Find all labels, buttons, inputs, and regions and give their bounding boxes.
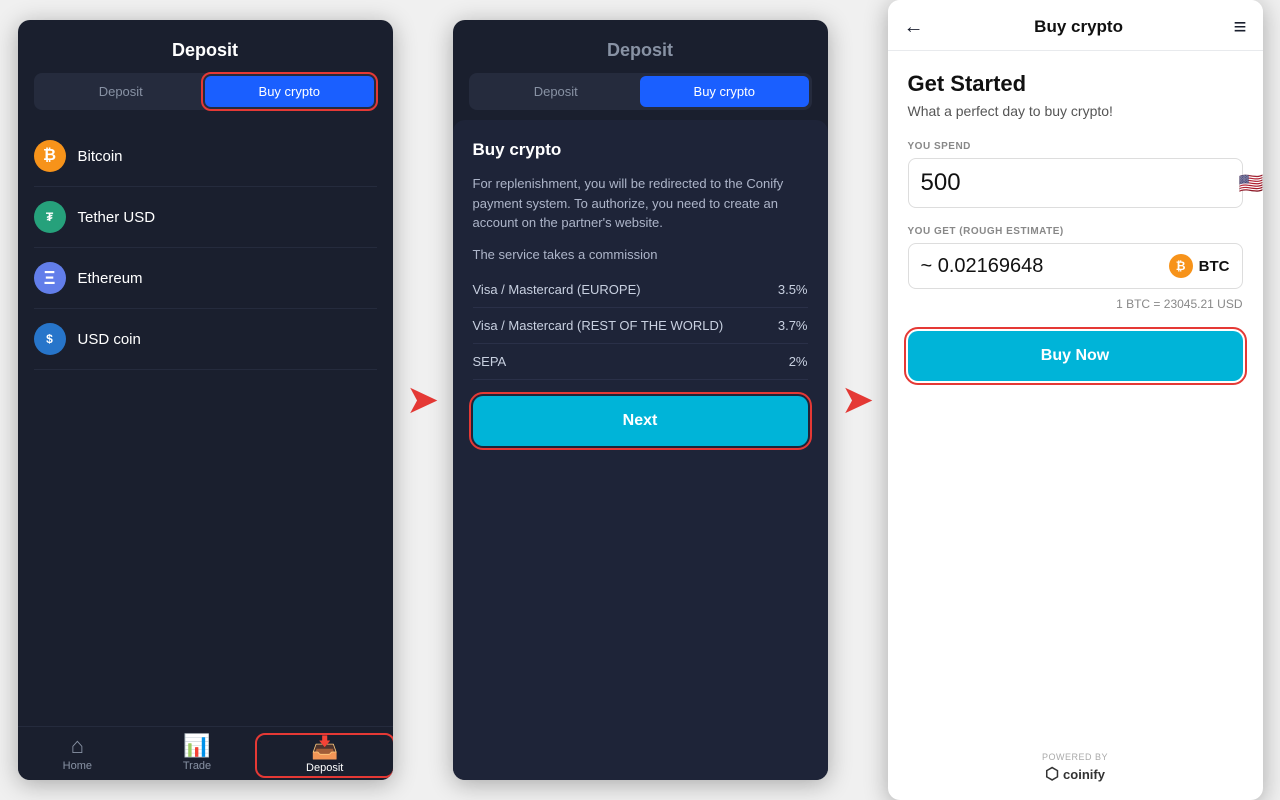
commission-method: SEPA	[473, 354, 507, 369]
arrow-1: ➤	[393, 377, 453, 423]
usdt-icon: ₮	[34, 201, 66, 233]
tab-buy-crypto-p2[interactable]: Buy crypto	[640, 76, 809, 107]
right-arrow-icon: ➤	[406, 377, 440, 423]
buy-crypto-modal: Buy crypto For replenishment, you will b…	[453, 120, 828, 780]
commission-rate: 2%	[789, 354, 808, 369]
spend-amount-input[interactable]	[921, 169, 1231, 197]
spend-input-row: 🇺🇸 USD ▾	[908, 158, 1243, 208]
commission-row-3: SEPA 2%	[473, 344, 808, 380]
commission-title: The service takes a commission	[473, 247, 808, 262]
list-item[interactable]: Ξ Ethereum	[34, 248, 377, 309]
nav-deposit-label: Deposit	[306, 762, 343, 774]
panel1-crypto-list: ₿ Bitcoin ₮ Tether USD Ξ Ethereum $ USD …	[18, 126, 393, 726]
back-button[interactable]: ←	[904, 16, 924, 39]
home-icon: ⌂	[71, 735, 84, 757]
right-arrow-icon-2: ➤	[841, 377, 875, 423]
panel3-header: ← Buy crypto ≡	[888, 0, 1263, 51]
tab-deposit[interactable]: Deposit	[37, 76, 206, 107]
nav-home-label: Home	[63, 760, 92, 772]
get-estimate-row: ~ 0.02169648 ₿ BTC	[908, 243, 1243, 289]
tagline: What a perfect day to buy crypto!	[908, 103, 1243, 119]
panel1-tab-bar: Deposit Buy crypto	[34, 73, 377, 110]
panel3-body: Get Started What a perfect day to buy cr…	[888, 51, 1263, 736]
menu-icon[interactable]: ≡	[1234, 14, 1247, 40]
list-item[interactable]: ₮ Tether USD	[34, 187, 377, 248]
arrow-2: ➤	[828, 377, 888, 423]
trade-icon: 📊	[183, 735, 210, 757]
modal-description: For replenishment, you will be redirecte…	[473, 174, 808, 233]
us-flag-icon: 🇺🇸	[1239, 171, 1263, 196]
exchange-rate: 1 BTC = 23045.21 USD	[908, 297, 1243, 311]
commission-method: Visa / Mastercard (EUROPE)	[473, 282, 641, 297]
panel-deposit-screen: Deposit Deposit Buy crypto ₿ Bitcoin ₮ T…	[18, 20, 393, 780]
tab-buy-crypto[interactable]: Buy crypto	[205, 76, 374, 107]
panel3-footer: POWERED BY ⬡ coinify	[888, 736, 1263, 800]
get-currency-label: BTC	[1199, 258, 1230, 275]
panel2-tab-bar: Deposit Buy crypto	[469, 73, 812, 110]
commission-row-1: Visa / Mastercard (EUROPE) 3.5%	[473, 272, 808, 308]
btc-badge: ₿ BTC	[1169, 254, 1230, 278]
modal-title: Buy crypto	[473, 140, 808, 160]
panel1-title: Deposit	[18, 20, 393, 73]
crypto-name: Tether USD	[78, 209, 156, 226]
crypto-name: Ethereum	[78, 270, 143, 287]
coinify-logo: ⬡ coinify	[904, 764, 1247, 784]
usdc-icon: $	[34, 323, 66, 355]
get-label: YOU GET (ROUGH ESTIMATE)	[908, 226, 1243, 237]
nav-trade[interactable]: 📊 Trade	[137, 735, 257, 776]
estimate-amount: ~ 0.02169648	[921, 255, 1161, 278]
commission-row-2: Visa / Mastercard (REST OF THE WORLD) 3.…	[473, 308, 808, 344]
panel-get-started: ← Buy crypto ≡ Get Started What a perfec…	[888, 0, 1263, 800]
list-item[interactable]: ₿ Bitcoin	[34, 126, 377, 187]
next-button[interactable]: Next	[473, 396, 808, 446]
bottom-navigation: ⌂ Home 📊 Trade 📥 Deposit	[18, 726, 393, 780]
panel3-title: Buy crypto	[924, 17, 1234, 37]
powered-by-text: POWERED BY	[904, 752, 1247, 762]
eth-icon: Ξ	[34, 262, 66, 294]
buy-now-button[interactable]: Buy Now	[908, 331, 1243, 381]
nav-trade-label: Trade	[183, 760, 211, 772]
tab-deposit-p2[interactable]: Deposit	[472, 76, 641, 107]
panel-buy-crypto-info: Deposit Deposit Buy crypto ₿ Bitcoin ₮ T…	[453, 20, 828, 780]
commission-method: Visa / Mastercard (REST OF THE WORLD)	[473, 318, 724, 333]
list-item[interactable]: $ USD coin	[34, 309, 377, 370]
get-started-title: Get Started	[908, 71, 1243, 97]
btc-icon: ₿	[34, 140, 66, 172]
nav-home[interactable]: ⌂ Home	[18, 735, 138, 776]
currency-selector[interactable]: 🇺🇸 USD ▾	[1239, 171, 1263, 196]
nav-deposit[interactable]: 📥 Deposit	[257, 735, 393, 776]
spend-label: YOU SPEND	[908, 141, 1243, 152]
commission-rate: 3.7%	[778, 318, 808, 333]
deposit-icon: 📥	[311, 737, 338, 759]
panel2-title: Deposit	[453, 20, 828, 73]
crypto-name: USD coin	[78, 331, 141, 348]
crypto-name: Bitcoin	[78, 148, 123, 165]
btc-circle-icon: ₿	[1169, 254, 1193, 278]
commission-rate: 3.5%	[778, 282, 808, 297]
